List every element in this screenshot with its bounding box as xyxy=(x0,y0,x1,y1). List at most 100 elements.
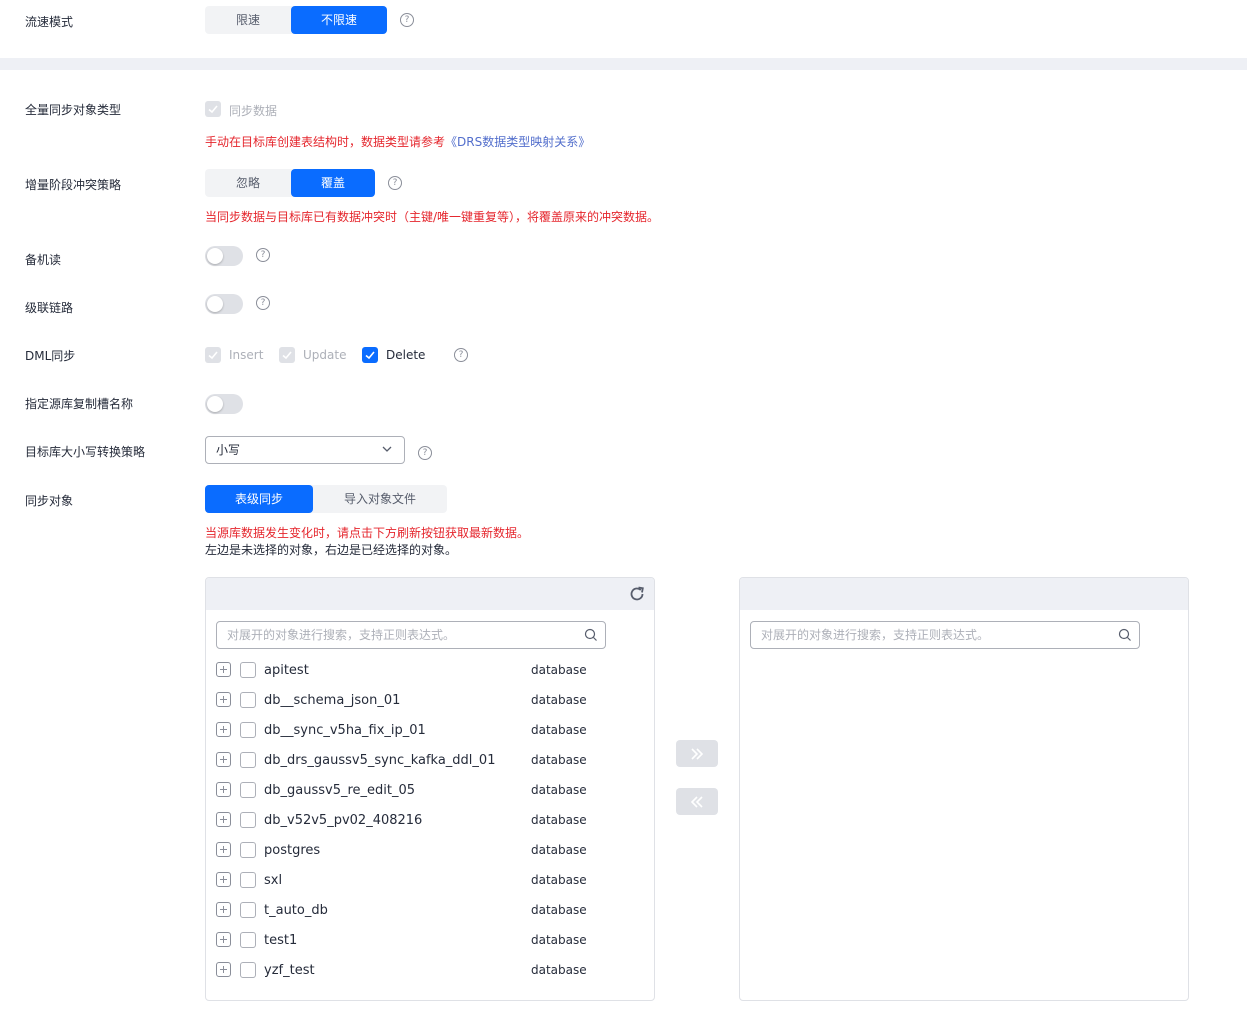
object-name: sxl xyxy=(264,873,283,888)
row-checkbox[interactable] xyxy=(240,902,256,918)
row-checkbox[interactable] xyxy=(240,872,256,888)
row-checkbox[interactable] xyxy=(240,782,256,798)
case-policy-select[interactable]: 小写 xyxy=(205,436,405,464)
delete-checkbox[interactable] xyxy=(362,347,378,363)
expand-icon[interactable] xyxy=(216,782,231,797)
object-name: yzf_test xyxy=(264,963,315,978)
help-icon[interactable]: ? xyxy=(256,248,270,262)
table-level-sync-option[interactable]: 表级同步 xyxy=(205,485,313,513)
list-item[interactable]: db_v52v5_pv02_408216 database xyxy=(216,805,636,835)
help-icon[interactable]: ? xyxy=(256,296,270,310)
list-item[interactable]: t_auto_db database xyxy=(216,895,636,925)
help-icon[interactable]: ? xyxy=(418,446,432,460)
overwrite-option[interactable]: 覆盖 xyxy=(291,169,375,197)
full-sync-note-text: 手动在目标库创建表结构时，数据类型请参考 xyxy=(205,135,446,149)
object-name: db_drs_gaussv5_sync_kafka_ddl_01 xyxy=(264,753,496,768)
panel-header xyxy=(740,578,1188,610)
object-type: database xyxy=(531,843,587,857)
check-icon xyxy=(282,351,292,360)
insert-checkbox xyxy=(205,347,221,363)
double-chevron-right-icon xyxy=(691,747,704,760)
insert-label: Insert xyxy=(229,348,264,362)
selection-hint: 左边是未选择的对象，右边是已经选择的对象。 xyxy=(205,543,458,557)
case-policy-label: 目标库大小写转换策略 xyxy=(25,445,146,459)
help-icon[interactable]: ? xyxy=(400,13,414,27)
type-mapping-link[interactable]: 《DRS数据类型映射关系》 xyxy=(445,135,590,149)
search-icon[interactable] xyxy=(584,628,598,642)
object-type: database xyxy=(531,753,587,767)
unselected-objects-panel: apitestdatabase db__schema_json_01databa… xyxy=(205,577,655,1001)
row-checkbox[interactable] xyxy=(240,692,256,708)
conflict-policy-segmented: 忽略 覆盖 xyxy=(205,169,375,197)
expand-icon[interactable] xyxy=(216,902,231,917)
speed-unlimited-option[interactable]: 不限速 xyxy=(291,6,387,34)
check-icon xyxy=(208,351,218,360)
right-search-input[interactable] xyxy=(751,622,1111,648)
left-search-input[interactable] xyxy=(217,622,577,648)
expand-icon[interactable] xyxy=(216,722,231,737)
conflict-policy-note: 当同步数据与目标库已有数据冲突时（主键/唯一键重复等），将覆盖原来的冲突数据。 xyxy=(205,210,660,224)
update-checkbox xyxy=(279,347,295,363)
list-item[interactable]: yzf_test database xyxy=(216,955,636,985)
ignore-option[interactable]: 忽略 xyxy=(205,169,291,197)
full-sync-note: 手动在目标库创建表结构时，数据类型请参考《DRS数据类型映射关系》 xyxy=(205,133,590,150)
list-item[interactable]: db__schema_json_01 database xyxy=(216,685,636,715)
list-item[interactable]: db_gaussv5_re_edit_05 database xyxy=(216,775,636,805)
cascade-link-toggle[interactable] xyxy=(205,294,243,314)
object-type: database xyxy=(531,873,587,887)
sync-objects-segmented: 表级同步 导入对象文件 xyxy=(205,485,447,513)
object-name: postgres xyxy=(264,843,321,858)
list-item[interactable]: db__sync_v5ha_fix_ip_01 database xyxy=(216,715,636,745)
object-type: database xyxy=(531,663,587,677)
panel-header xyxy=(206,578,654,610)
check-icon xyxy=(208,105,218,114)
row-checkbox[interactable] xyxy=(240,722,256,738)
standby-read-toggle[interactable] xyxy=(205,246,243,266)
add-all-button[interactable] xyxy=(676,740,718,767)
row-checkbox[interactable] xyxy=(240,752,256,768)
row-checkbox[interactable] xyxy=(240,812,256,828)
speed-limit-option[interactable]: 限速 xyxy=(205,6,291,34)
object-type: database xyxy=(531,783,587,797)
expand-icon[interactable] xyxy=(216,662,231,677)
row-checkbox[interactable] xyxy=(240,662,256,678)
help-icon[interactable]: ? xyxy=(454,348,468,362)
expand-icon[interactable] xyxy=(216,872,231,887)
right-search-box xyxy=(750,621,1140,649)
section-divider xyxy=(0,58,1247,70)
object-name: db_v52v5_pv02_408216 xyxy=(264,813,423,828)
list-item[interactable]: db_drs_gaussv5_sync_kafka_ddl_01 database xyxy=(216,745,636,775)
list-item[interactable]: sxl database xyxy=(216,865,636,895)
sync-data-label: 同步数据 xyxy=(229,104,278,118)
object-type: database xyxy=(531,723,587,737)
replication-slot-label: 指定源库复制槽名称 xyxy=(25,397,134,411)
list-item[interactable]: postgres database xyxy=(216,835,636,865)
speed-mode-segmented: 限速 不限速 xyxy=(205,6,387,34)
case-policy-value: 小写 xyxy=(216,443,241,457)
refresh-icon[interactable] xyxy=(628,585,646,603)
expand-icon[interactable] xyxy=(216,752,231,767)
remove-all-button[interactable] xyxy=(676,788,718,815)
sync-objects-label: 同步对象 xyxy=(25,494,74,508)
search-icon[interactable] xyxy=(1118,628,1132,642)
row-checkbox[interactable] xyxy=(240,932,256,948)
import-object-file-option[interactable]: 导入对象文件 xyxy=(313,485,447,513)
object-name: t_auto_db xyxy=(264,903,328,918)
list-item[interactable]: test1 database xyxy=(216,925,636,955)
object-name: db__schema_json_01 xyxy=(264,693,401,708)
expand-icon[interactable] xyxy=(216,812,231,827)
speed-mode-label: 流速模式 xyxy=(25,15,74,29)
chevron-down-icon xyxy=(382,446,392,452)
left-search-box xyxy=(216,621,606,649)
help-icon[interactable]: ? xyxy=(388,176,402,190)
object-name: db__sync_v5ha_fix_ip_01 xyxy=(264,723,426,738)
row-checkbox[interactable] xyxy=(240,962,256,978)
standby-read-label: 备机读 xyxy=(25,253,62,267)
replication-slot-toggle[interactable] xyxy=(205,394,243,414)
expand-icon[interactable] xyxy=(216,692,231,707)
row-checkbox[interactable] xyxy=(240,842,256,858)
expand-icon[interactable] xyxy=(216,842,231,857)
list-item[interactable]: apitest database xyxy=(216,655,636,685)
expand-icon[interactable] xyxy=(216,962,231,977)
expand-icon[interactable] xyxy=(216,932,231,947)
